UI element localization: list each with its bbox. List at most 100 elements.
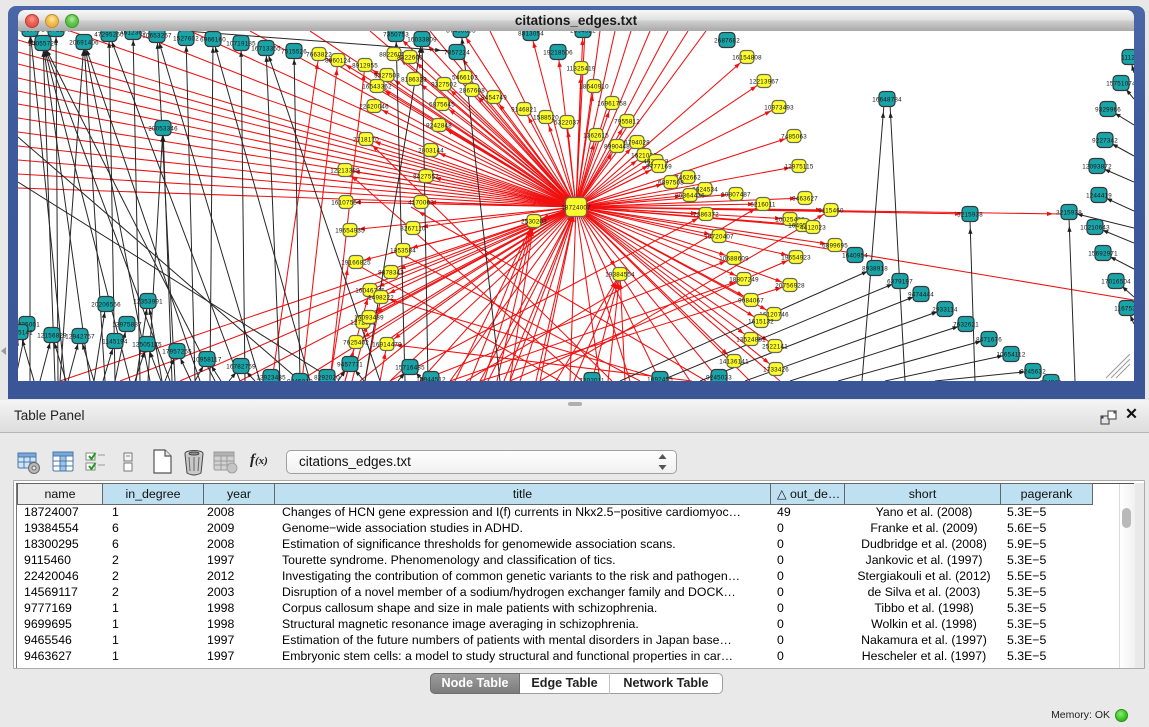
- svg-text:2530203: 2530203: [521, 219, 547, 226]
- svg-text:1353584: 1353584: [390, 248, 416, 255]
- svg-text:1362615: 1362615: [583, 133, 609, 140]
- svg-text:13975887: 13975887: [112, 322, 142, 329]
- svg-text:924561: 924561: [1040, 380, 1062, 382]
- svg-text:3215938: 3215938: [1056, 210, 1082, 217]
- svg-text:19384554: 19384554: [605, 272, 635, 279]
- svg-text:2522141: 2522141: [762, 344, 788, 351]
- svg-text:10653267: 10653267: [142, 33, 172, 40]
- svg-text:6794028: 6794028: [624, 140, 650, 147]
- svg-text:19218506: 19218506: [543, 50, 573, 57]
- svg-text:7357224: 7357224: [444, 50, 470, 57]
- svg-text:2933114: 2933114: [932, 307, 958, 314]
- svg-text:10872248: 10872248: [41, 31, 71, 34]
- svg-text:6379197: 6379197: [887, 279, 913, 286]
- svg-text:10944512: 10944512: [416, 377, 446, 382]
- svg-text:2718170: 2718170: [353, 137, 379, 144]
- svg-text:5322037: 5322037: [554, 120, 580, 127]
- svg-text:8878343: 8878343: [378, 270, 404, 277]
- svg-text:19654935: 19654935: [335, 228, 365, 235]
- svg-text:19166825: 19166825: [341, 260, 371, 267]
- svg-text:3267110: 3267110: [400, 226, 426, 233]
- svg-text:8186323: 8186323: [401, 77, 427, 84]
- svg-text:17016504: 17016504: [1101, 279, 1131, 286]
- svg-text:16648784: 16648784: [872, 97, 902, 104]
- svg-text:8960124: 8960124: [325, 58, 351, 65]
- svg-text:3915141: 3915141: [18, 330, 33, 337]
- svg-text:10958117: 10958117: [192, 357, 221, 364]
- svg-text:7515526: 7515526: [281, 49, 307, 56]
- svg-text:1527602: 1527602: [173, 36, 199, 43]
- svg-text:1244419: 1244419: [1086, 193, 1112, 200]
- svg-text:8292020: 8292020: [314, 375, 340, 382]
- svg-text:11325419: 11325419: [566, 66, 595, 73]
- svg-text:20206556: 20206556: [91, 302, 121, 309]
- svg-text:9227342: 9227342: [1092, 138, 1118, 145]
- svg-text:12093872: 12093872: [1082, 164, 1112, 171]
- svg-text:9245012: 9245012: [287, 379, 313, 382]
- svg-text:6966160: 6966160: [200, 37, 226, 44]
- svg-text:8938918: 8938918: [862, 266, 888, 273]
- svg-text:2803144: 2803144: [418, 148, 444, 155]
- svg-text:2694522: 2694522: [570, 31, 596, 35]
- svg-text:9115460: 9115460: [818, 208, 844, 215]
- svg-text:16107554: 16107554: [331, 200, 361, 207]
- svg-text:6899695: 6899695: [822, 243, 848, 250]
- svg-text:13524851: 13524851: [736, 337, 766, 344]
- svg-text:9474444: 9474444: [908, 292, 934, 299]
- svg-text:6216011: 6216011: [750, 202, 776, 209]
- svg-text:1733426: 1733426: [763, 367, 789, 374]
- svg-text:14136141: 14136141: [719, 359, 749, 366]
- svg-text:9146821: 9146821: [511, 107, 537, 114]
- svg-text:87490893: 87490893: [446, 31, 476, 35]
- svg-text:10654112: 10654112: [996, 352, 1025, 359]
- svg-text:7350753: 7350753: [383, 32, 409, 39]
- svg-text:16543362: 16543362: [362, 84, 392, 91]
- svg-text:16713355: 16713355: [251, 46, 281, 53]
- svg-text:9457771: 9457771: [337, 362, 363, 369]
- svg-text:15751074: 15751074: [1106, 81, 1134, 88]
- svg-text:12213389: 12213389: [330, 168, 360, 175]
- svg-text:1145194: 1145194: [102, 339, 128, 346]
- svg-text:9463627: 9463627: [792, 196, 818, 203]
- svg-text:7485063: 7485063: [781, 134, 807, 141]
- svg-text:9245033: 9245033: [706, 375, 732, 382]
- svg-text:12505175: 12505175: [132, 342, 162, 349]
- svg-text:4412023: 4412023: [800, 225, 826, 232]
- svg-text:15720407: 15720407: [704, 234, 734, 241]
- svg-text:8322605: 8322605: [397, 55, 423, 62]
- svg-text:16033809: 16033809: [407, 37, 437, 44]
- svg-text:19654923: 19654923: [781, 255, 811, 262]
- svg-text:5875645: 5875645: [429, 102, 455, 109]
- svg-text:7625402: 7625402: [343, 340, 369, 347]
- svg-text:1615132: 1615132: [748, 319, 774, 326]
- svg-text:7632621: 7632621: [953, 322, 979, 329]
- svg-text:9327502: 9327502: [431, 82, 457, 89]
- svg-text:1092455: 1092455: [647, 377, 673, 382]
- svg-text:8471676: 8471676: [976, 337, 1002, 344]
- svg-text:20691406: 20691406: [69, 40, 99, 47]
- svg-text:10973493: 10973493: [764, 105, 794, 112]
- svg-text:16961758: 16961758: [597, 101, 627, 108]
- svg-text:12353991: 12353991: [133, 299, 163, 306]
- svg-text:7955812: 7955812: [614, 119, 640, 126]
- svg-text:18724007: 18724007: [561, 205, 591, 212]
- svg-text:9327503: 9327503: [374, 73, 400, 80]
- svg-text:11123: 11123: [1121, 55, 1134, 62]
- svg-text:15692971: 15692971: [1088, 251, 1118, 258]
- svg-text:3215938: 3215938: [957, 212, 983, 219]
- svg-text:8427552: 8427552: [413, 174, 439, 181]
- svg-text:18807249: 18807249: [729, 277, 759, 284]
- svg-text:10210643: 10210643: [1080, 225, 1110, 232]
- svg-text:1640954: 1640954: [842, 253, 868, 260]
- svg-text:9245632: 9245632: [1020, 369, 1046, 376]
- svg-text:12942757: 12942757: [65, 334, 95, 341]
- svg-text:16782759: 16782759: [226, 364, 256, 371]
- svg-text:6897508: 6897508: [658, 180, 684, 187]
- svg-text:20756928: 20756928: [775, 283, 805, 290]
- svg-text:2867608: 2867608: [459, 88, 485, 95]
- svg-text:16914479: 16914479: [372, 342, 402, 349]
- svg-text:8454749: 8454749: [481, 95, 507, 102]
- svg-text:12923485: 12923485: [256, 375, 286, 382]
- svg-text:8813054: 8813054: [518, 31, 544, 38]
- svg-text:10807487: 10807487: [721, 192, 751, 199]
